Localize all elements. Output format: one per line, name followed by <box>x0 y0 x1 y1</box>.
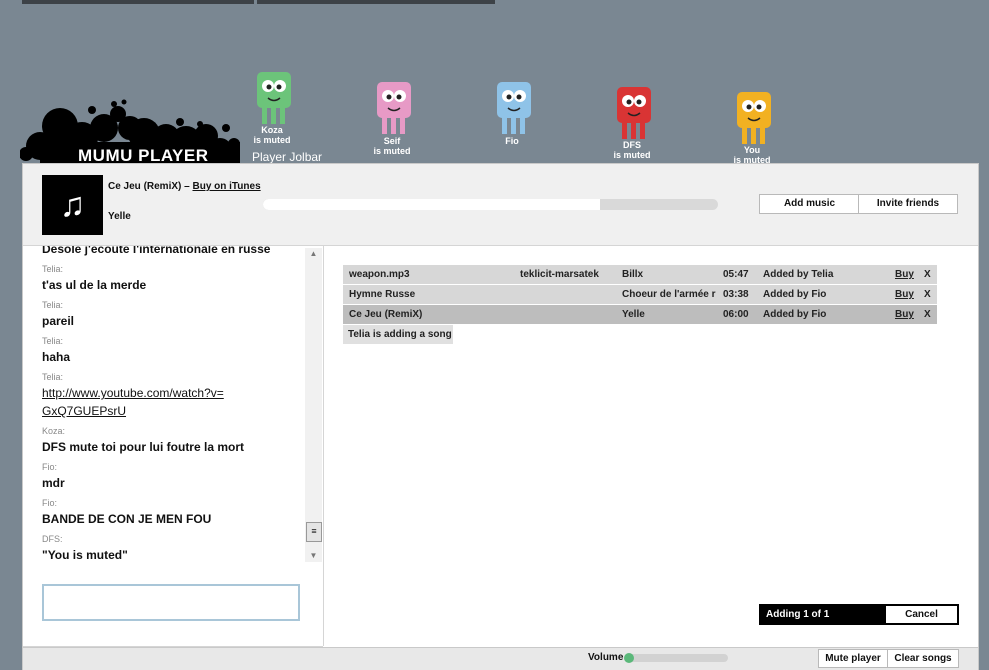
song-album: teklicit-marsatek <box>520 269 599 280</box>
chat-message: mdr <box>42 476 65 490</box>
chat-author: Telia: <box>42 336 64 346</box>
song-artist: Billx <box>622 269 644 280</box>
scroll-down-icon[interactable]: ▼ <box>305 550 322 562</box>
song-duration: 06:00 <box>723 309 749 320</box>
avatar-name: Fio <box>505 136 519 146</box>
chat-author: Telia: <box>42 372 64 382</box>
avatar-2[interactable] <box>494 82 534 134</box>
chat-input[interactable] <box>42 584 300 621</box>
clear-songs-button[interactable]: Clear songs <box>887 649 959 668</box>
avatar-status: is muted <box>613 150 651 160</box>
upload-status: Adding 1 of 1 <box>766 609 830 620</box>
add-music-button[interactable]: Add music <box>759 194 860 214</box>
chat-message: pareil <box>42 314 75 328</box>
chat-message: Desole j'ecoute l'internationale en russ… <box>42 246 271 256</box>
avatar-monster-icon <box>737 92 771 144</box>
avatar-caption: DFS is muted <box>592 140 672 160</box>
song-added-by: Added by Fio <box>763 289 827 300</box>
now-playing-bar: ♫ Ce Jeu (RemiX) – Buy on iTunes Yelle A… <box>23 164 978 246</box>
avatar-caption: Koza is muted <box>232 125 312 145</box>
chat-author: Telia: <box>42 300 64 310</box>
track-separator: – <box>181 181 193 192</box>
chat-author: Telia: <box>42 264 64 274</box>
top-tab-1[interactable] <box>22 0 254 4</box>
avatar-status: is muted <box>253 135 291 145</box>
playlist-row[interactable]: Hymne Russe Choeur de l'armée r 03:38 Added… <box>343 285 937 304</box>
volume-label: Volume <box>588 652 624 663</box>
chat-author: Fio: <box>42 462 58 472</box>
chat-link[interactable]: http://www.youtube.com/watch?v= GxQ7GUEP… <box>42 384 302 420</box>
scroll-up-icon[interactable]: ▲ <box>305 248 322 260</box>
chat-author: DFS: <box>42 534 63 544</box>
chat-scrollbar[interactable]: ▲ ≡ ▼ <box>305 248 322 562</box>
song-title: Ce Jeu (RemiX) <box>349 309 423 320</box>
song-added-by: Added by Fio <box>763 309 827 320</box>
song-title: Hymne Russe <box>349 289 416 300</box>
chat-message: "You is muted" <box>42 548 128 562</box>
avatar-monster-icon <box>617 87 651 139</box>
remove-song-button[interactable]: X <box>924 305 931 324</box>
buy-link[interactable]: Buy <box>895 285 914 304</box>
buy-link[interactable]: Buy <box>895 305 914 324</box>
chat-panel: Desole j'ecoute l'internationale en russ… <box>23 246 324 647</box>
track-artist: Yelle <box>108 211 131 222</box>
song-artist: Choeur de l'armée r <box>622 289 716 300</box>
avatar-3[interactable] <box>614 87 654 139</box>
scroll-thumb[interactable]: ≡ <box>306 522 322 542</box>
playlist-row[interactable]: Ce Jeu (RemiX) Yelle 06:00 Added by Fio Buy X <box>343 305 937 324</box>
buy-link[interactable]: Buy <box>895 265 914 284</box>
song-title: weapon.mp3 <box>349 269 410 280</box>
footer-bar: Volume Mute player Clear songs <box>23 647 978 670</box>
avatar-monster-icon <box>377 82 411 134</box>
avatar-caption: You is muted <box>712 145 792 165</box>
chat-message: DFS mute toi pour lui foutre la mort <box>42 440 244 454</box>
chat-messages[interactable]: Desole j'ecoute l'internationale en russ… <box>23 246 304 564</box>
avatar-1[interactable] <box>374 82 414 134</box>
avatar-status: is muted <box>373 146 411 156</box>
remove-song-button[interactable]: X <box>924 285 931 304</box>
invite-friends-button[interactable]: Invite friends <box>858 194 958 214</box>
avatar-4[interactable] <box>734 92 774 144</box>
song-added-by: Added by Telia <box>763 269 834 280</box>
track-progress-fill <box>263 199 600 210</box>
song-artist: Yelle <box>622 309 645 320</box>
avatar-name: Seif <box>383 136 401 146</box>
avatar-name: DFS <box>623 140 641 150</box>
music-note-icon: ♫ <box>42 175 103 235</box>
chat-message: BANDE DE CON JE MEN FOU <box>42 512 212 526</box>
chat-author: Fio: <box>42 498 58 508</box>
chat-message: t'as ul de la merde <box>42 278 147 292</box>
remove-song-button[interactable]: X <box>924 265 931 284</box>
track-progress-bar[interactable] <box>263 199 718 210</box>
adding-status: Telia is adding a song <box>343 325 453 344</box>
upload-progress-box: Adding 1 of 1 Cancel <box>759 604 959 625</box>
avatar-name: You <box>743 145 761 155</box>
volume-slider[interactable] <box>624 653 728 663</box>
room-name: Player Jolbar <box>252 150 323 164</box>
playlist-row[interactable]: weapon.mp3 teklicit-marsatek Billx 05:47 Add… <box>343 265 937 284</box>
volume-knob[interactable] <box>624 653 634 663</box>
top-tab-2[interactable] <box>257 0 495 4</box>
song-duration: 05:47 <box>723 269 749 280</box>
buy-on-itunes-link[interactable]: Buy on iTunes <box>192 181 260 192</box>
chat-message: haha <box>42 350 71 364</box>
player-panel: ♫ Ce Jeu (RemiX) – Buy on iTunes Yelle A… <box>22 163 979 670</box>
avatar-0[interactable] <box>254 72 294 124</box>
song-duration: 03:38 <box>723 289 749 300</box>
avatar-caption: Fio <box>472 136 552 146</box>
now-playing-track: Ce Jeu (RemiX) – Buy on iTunes <box>108 181 261 192</box>
playlist: weapon.mp3 teklicit-marsatek Billx 05:47 Add… <box>343 265 937 344</box>
avatar-name: Koza <box>261 125 283 135</box>
avatar-monster-icon <box>497 82 531 134</box>
avatar-monster-icon <box>257 72 291 124</box>
chat-author: Koza: <box>42 426 66 436</box>
track-title: Ce Jeu (RemiX) <box>108 181 182 192</box>
mute-player-button[interactable]: Mute player <box>818 649 888 668</box>
cancel-upload-button[interactable]: Cancel <box>886 606 957 623</box>
avatar-caption: Seif is muted <box>352 136 432 156</box>
